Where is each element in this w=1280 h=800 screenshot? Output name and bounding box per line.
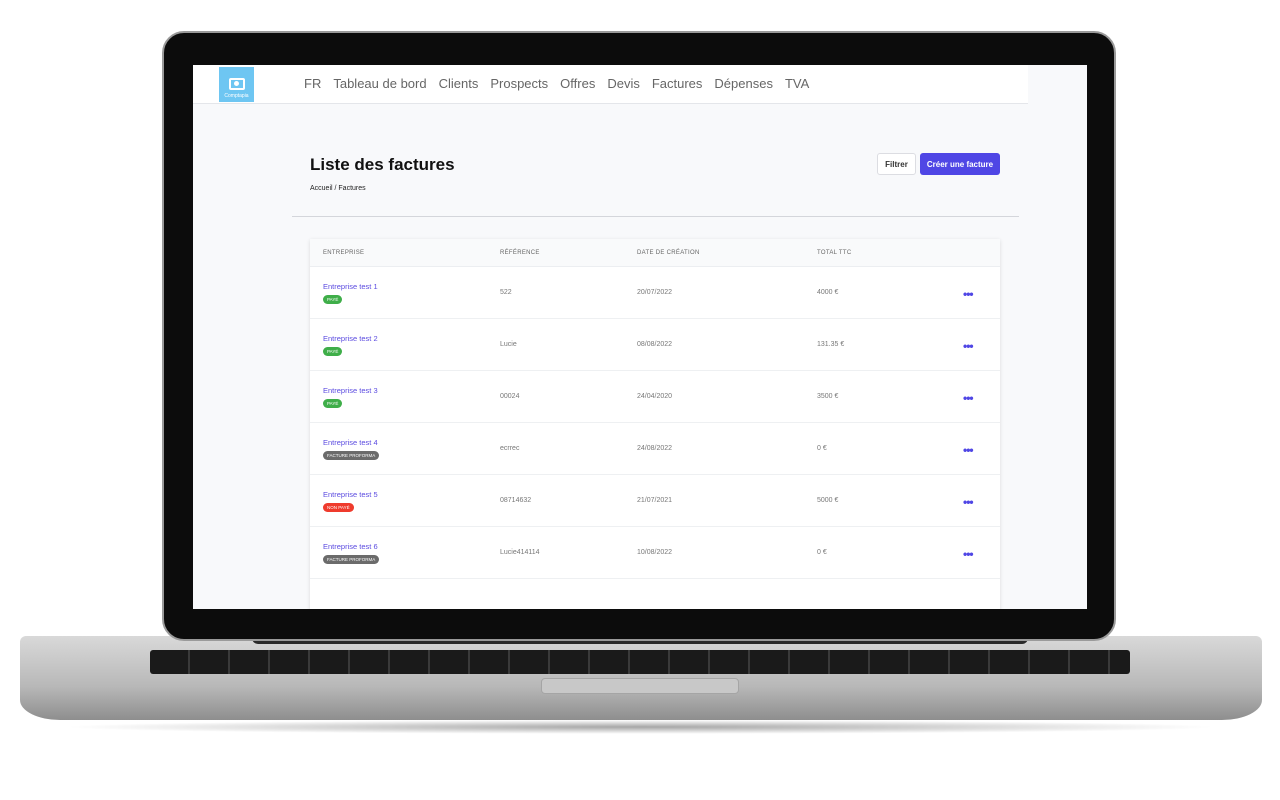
nav-item[interactable]: Factures [652,76,703,91]
table-header: ENTREPRISE RÉFÉRENCE DATE DE CRÉATION TO… [310,239,1000,267]
reference: ecrrec [500,445,520,452]
company-link[interactable]: Entreprise test 4 [323,438,378,447]
trackpad [541,678,739,694]
laptop-shadow [60,720,1220,734]
creation-date: 08/08/2022 [637,341,673,348]
header-reference: RÉFÉRENCE [500,250,540,256]
table-row: Entreprise test 5 NON PAYÉ 08714632 21/0… [310,475,1000,527]
page-title: Liste des factures [310,155,455,174]
table-row: Entreprise test 4 FACTURE PROFORMA ecrre… [310,423,1000,475]
reference: Lucie [500,341,517,348]
company-link[interactable]: Entreprise test 2 [323,334,378,343]
total-ttc: 4000 € [817,289,839,296]
total-ttc: 0 € [817,445,827,452]
reference: 08714632 [500,497,532,504]
logo[interactable]: Comptapia [219,67,254,102]
company-link[interactable]: Entreprise test 1 [323,282,378,291]
header-company: ENTREPRISE [323,250,365,256]
nav-item[interactable]: Offres [560,76,595,91]
company-link[interactable]: Entreprise test 6 [323,542,378,551]
nav-item[interactable]: Prospects [490,76,548,91]
reference: 522 [500,289,512,296]
create-invoice-button[interactable]: Créer une facture [920,153,1000,175]
status-badge: FACTURE PROFORMA [323,555,380,564]
nav-item[interactable]: TVA [785,76,809,91]
reference: 00024 [500,393,520,400]
keyboard [150,650,1130,674]
status-badge: PAYÉ [323,295,343,304]
more-actions-icon[interactable]: ••• [963,547,974,561]
top-nav: Comptapia FR Tableau de bord Clients Prospe… [193,65,1028,104]
more-actions-icon[interactable]: ••• [963,443,974,457]
nav-item[interactable]: Devis [607,76,640,91]
filter-button[interactable]: Filtrer [877,153,916,175]
status-badge: NON PAYÉ [323,503,354,512]
status-badge: FACTURE PROFORMA [323,451,380,460]
total-ttc: 0 € [817,549,827,556]
creation-date: 20/07/2022 [637,289,673,296]
screen: Comptapia FR Tableau de bord Clients Prospe… [193,65,1087,609]
table-row: Entreprise test 3 PAYÉ 00024 24/04/2020 … [310,371,1000,423]
more-actions-icon[interactable]: ••• [963,339,974,353]
nav-item[interactable]: Clients [439,76,479,91]
breadcrumb[interactable]: Accueil / Factures [310,185,366,192]
table-row: Entreprise test 2 PAYÉ Lucie 08/08/2022 … [310,319,1000,371]
creation-date: 21/07/2021 [637,497,673,504]
nav-item[interactable]: Tableau de bord [333,76,426,91]
header-total: TOTAL TTC [817,250,852,256]
creation-date: 24/08/2022 [637,445,673,452]
status-badge: PAYÉ [323,347,343,356]
logo-text: Comptapia [224,93,249,99]
invoice-table: ENTREPRISE RÉFÉRENCE DATE DE CRÉATION TO… [310,239,1000,609]
company-link[interactable]: Entreprise test 5 [323,490,378,499]
total-ttc: 5000 € [817,497,839,504]
total-ttc: 3500 € [817,393,839,400]
creation-date: 10/08/2022 [637,549,673,556]
divider [292,216,1019,217]
wallet-icon [228,78,245,90]
company-link[interactable]: Entreprise test 3 [323,386,378,395]
table-row: Entreprise test 1 PAYÉ 522 20/07/2022 40… [310,267,1000,319]
nav-item[interactable]: Dépenses [714,76,773,91]
status-badge: PAYÉ [323,399,343,408]
reference: Lucie414114 [500,549,540,556]
nav-items: FR Tableau de bord Clients Prospects Offres D… [304,76,809,91]
creation-date: 24/04/2020 [637,393,673,400]
more-actions-icon[interactable]: ••• [963,495,974,509]
nav-item[interactable]: FR [304,76,321,91]
more-actions-icon[interactable]: ••• [963,287,974,301]
table-row: Entreprise test 6 FACTURE PROFORMA Lucie… [310,527,1000,579]
header-date: DATE DE CRÉATION [637,250,700,256]
more-actions-icon[interactable]: ••• [963,391,974,405]
total-ttc: 131.35 € [817,341,845,348]
